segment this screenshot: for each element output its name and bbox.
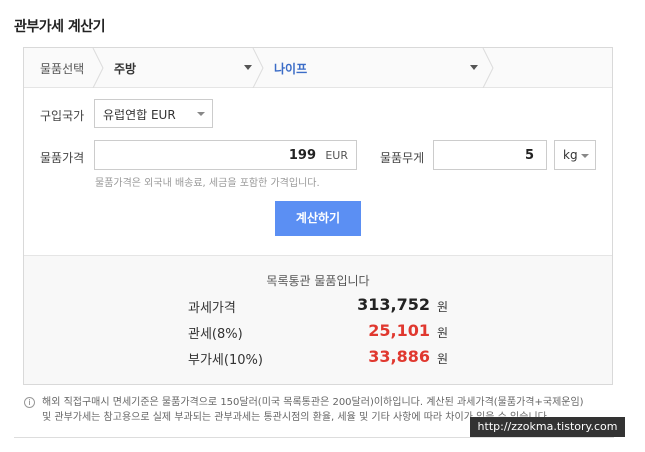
item-select[interactable]: 나이프: [264, 48, 484, 88]
weight-input[interactable]: 5: [433, 140, 547, 170]
weight-label: 물품무게: [380, 151, 425, 165]
calculate-button[interactable]: 계산하기: [275, 201, 361, 236]
result-label: 과세가격: [188, 301, 236, 316]
price-hint: 물품가격은 외국내 배송료, 세금을 포함한 가격입니다.: [95, 178, 320, 189]
watermark: http://zzokma.tistory.com: [470, 417, 625, 437]
chevron-down-icon: [470, 65, 478, 70]
breadcrumb: 물품선택 주방 나이프: [24, 48, 612, 88]
price-input[interactable]: 199 EUR: [94, 140, 357, 170]
result-unit: 원: [437, 326, 449, 340]
result-value: 33,886: [368, 347, 430, 366]
notice-line: 해외 직접구매시 면세기준은 물품가격으로 150달러(미국 목록통관은 200…: [42, 397, 584, 408]
weight-unit-value: kg: [563, 148, 578, 162]
chevron-down-icon: [197, 112, 205, 116]
price-currency: EUR: [325, 149, 348, 162]
result-label: 부가세(10%): [188, 353, 263, 368]
country-label: 구입국가: [40, 109, 85, 123]
category-value: 주방: [114, 62, 137, 76]
calculator-card: 물품선택 주방 나이프 구입국가 유럽연합 EUR 물품가격 199 EUR 물…: [23, 47, 613, 385]
weight-unit-select[interactable]: kg: [554, 140, 596, 170]
item-value: 나이프: [274, 62, 308, 76]
result-panel: 목록통관 물품입니다 과세가격 313,752 원 관세(8%) 25,101 …: [24, 255, 612, 384]
category-select[interactable]: 주방: [104, 48, 254, 88]
result-value: 313,752: [357, 295, 430, 314]
result-heading: 목록통관 물품입니다: [266, 274, 370, 288]
country-select[interactable]: 유럽연합 EUR: [94, 99, 213, 128]
price-label: 물품가격: [40, 151, 85, 165]
chevron-down-icon: [581, 154, 589, 158]
result-label: 관세(8%): [188, 327, 243, 342]
result-unit: 원: [437, 300, 449, 314]
country-value: 유럽연합 EUR: [103, 108, 176, 122]
weight-value: 5: [524, 148, 534, 163]
divider: [14, 437, 614, 438]
chevron-down-icon: [244, 65, 252, 70]
result-value: 25,101: [368, 321, 430, 340]
page-title: 관부가세 계산기: [14, 19, 106, 35]
result-unit: 원: [437, 352, 449, 366]
breadcrumb-label: 물품선택: [40, 62, 85, 76]
price-value: 199: [288, 148, 316, 163]
